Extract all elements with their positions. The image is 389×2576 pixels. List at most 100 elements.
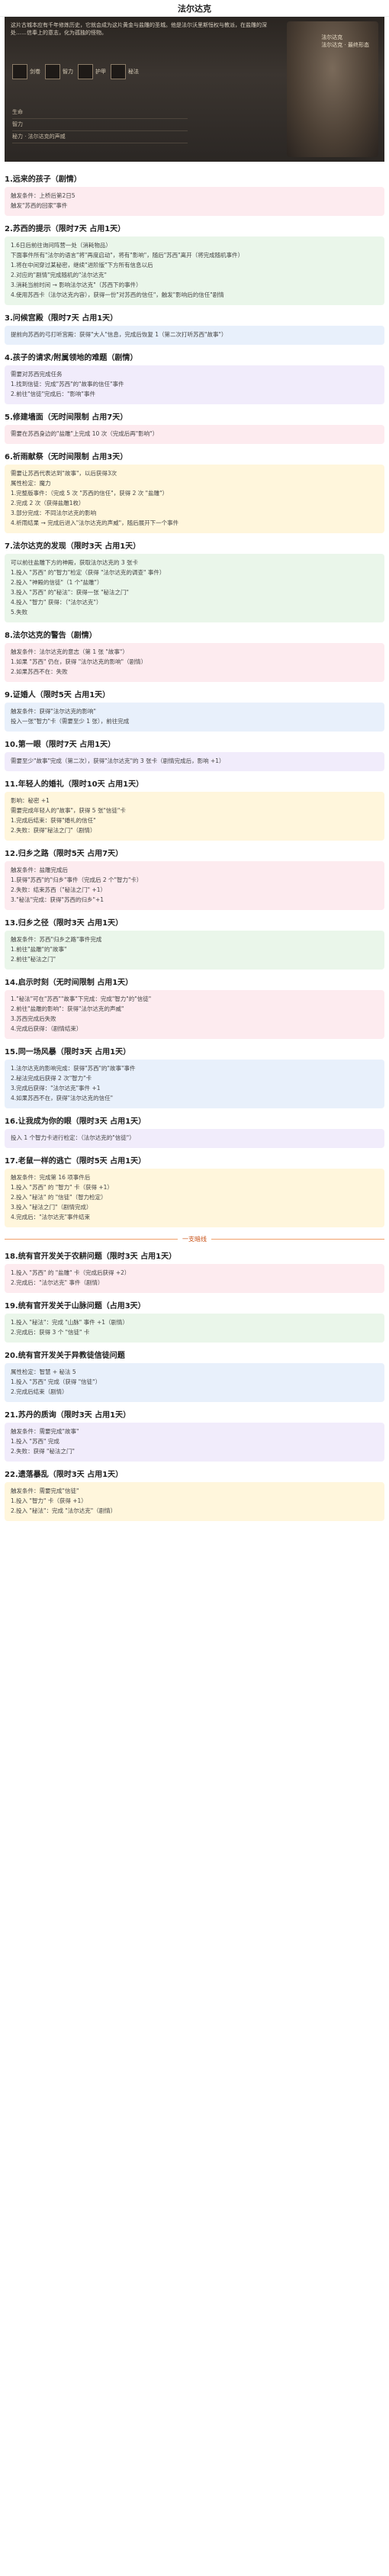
- event-line: 5.失败: [11, 609, 28, 616]
- event-card: 需要对苏西完成任务 1.找到信徒：完成"苏西"的"故事的信任"事件 2.前往"信徒"…: [5, 365, 384, 404]
- event-line: 触发条件：盐雕完成后: [11, 867, 68, 873]
- stat-line: 秘力 · 法尔达克的声威: [12, 131, 188, 143]
- section-title: 22.遗落暴乱（限时3天 占用1天）: [5, 1471, 124, 1479]
- event-line: 2.完成后："法尔达克" 事件（剧情）: [11, 1279, 104, 1286]
- event-line: 2.完成后：获得 3 个 "信徒" 卡: [11, 1329, 90, 1336]
- event-card: 触发条件：盐雕完成后 1.获得"苏西"的"归乡"事件（完成后 2 个"智力"卡） 2…: [5, 861, 384, 910]
- event-line: 提前向苏西的弓打听宫殿：获得"大人"信息，完成后恢复 1（第二次打听苏西"故事"…: [11, 331, 227, 338]
- card-slot[interactable]: 秘法: [111, 64, 139, 79]
- section-divider: 一支暗线: [5, 1235, 384, 1243]
- stat-line: 智力: [12, 119, 188, 131]
- slot-label: 护甲: [95, 69, 106, 75]
- event-card: 触发条件：需要完成"故事" 1.投入 "苏西" 完成 2.失败：获得 "秘法之门": [5, 1423, 384, 1462]
- event-card: 1.6日后前往询问阵营一处（消耗物品） 下面事件所有"法尔的语言"将"再度启动"，…: [5, 236, 384, 305]
- section-title: 3.问候宫殿（限时7天 占用1天）: [5, 314, 118, 323]
- stats-panel: 生命 智力 秘力 · 法尔达克的声威: [12, 107, 188, 143]
- event-line: 3.投入 "苏西" 的"秘法"：获得一张 "秘法之门": [11, 589, 130, 596]
- event-line: 1.投入 "苏西" 的"智力"检定（获得 "法尔达克的调查" 事件）: [11, 569, 166, 576]
- event-line: 4.如果苏西不在，获得"法尔达克的信任": [11, 1095, 114, 1101]
- event-line: 触发条件：法尔达克的意志（第 1 张 "故事"）: [11, 648, 128, 655]
- event-card: 触发条件：法尔达克的意志（第 1 张 "故事"） 1.如果 "苏西" 仍在，获得 …: [5, 643, 384, 682]
- event-line: 1.投入 "苏西" 完成: [11, 1438, 59, 1445]
- event-line: 影响：秘密 +1: [11, 797, 50, 804]
- section-title: 6.祈雨献祭（无时间限制 占用3天）: [5, 453, 128, 461]
- event-line: 1.投入 "苏西" 完成（获得 "信徒"）: [11, 1378, 101, 1385]
- event-card: 1.法尔达克的影响完成：获得"苏西"的"故事"事件 2.秘法完成后获得 2 次"智…: [5, 1060, 384, 1108]
- section-title: 1.远来的孩子（剧情）: [5, 175, 82, 184]
- event-card: 可以前往盐雕下方的神殿，获取法尔达克的 3 张卡 1.投入 "苏西" 的"智力"检…: [5, 554, 384, 622]
- event-line: 4.祈雨结果 → 完成后进入"法尔达克的声威"，随后展开下一个事件: [11, 519, 179, 526]
- event-line: 2.对应的"剧情"完成随机的"法尔达克": [11, 272, 107, 278]
- event-line: 3.部分完成：不同法尔达克的影响: [11, 510, 97, 516]
- section-title: 2.苏西的提示（限时7天 占用1天）: [5, 225, 126, 233]
- card-slots: 剑卷 智力 护甲 秘法: [12, 64, 139, 79]
- section-title: 5.修建墙面（无时间限制 占用7天）: [5, 413, 128, 422]
- slot-box: [45, 64, 60, 79]
- slot-box: [12, 64, 27, 79]
- card-slot[interactable]: 护甲: [78, 64, 106, 79]
- event-line: 属性检定：智慧 + 秘法 5: [11, 1368, 76, 1375]
- event-list: 1.远来的孩子（剧情） 触发条件：上桥后第2日5 触发"苏西的回家"事件 2.苏西的提…: [0, 162, 389, 1521]
- section-title: 4.孩子的请求/附属领地的难题（剧情）: [5, 354, 138, 362]
- event-line: 1.将在中间穿过某秘密，继续"进阶版"下方所有信息以后: [11, 262, 153, 269]
- card-slot[interactable]: 剑卷: [12, 64, 40, 79]
- event-line: 触发条件：苏西"归乡之路"事件完成: [11, 936, 102, 943]
- event-line: 3."秘法"完成：获得"苏西的归乡"+1: [11, 896, 104, 903]
- event-line: 需要让苏西代表达到"故事"，以后获得3次: [11, 470, 117, 477]
- event-line: 可以前往盐雕下方的神殿，获取法尔达克的 3 张卡: [11, 559, 139, 566]
- event-card: 触发条件：苏西"归乡之路"事件完成 1.前往"盐雕"的"故事" 2.前往"秘法之门": [5, 931, 384, 970]
- event-line: 投入 1 个智力卡进行检定：（法尔达克的"信徒"）: [11, 1134, 135, 1141]
- event-card: 影响：秘密 +1 需要完成年轻人的"故事"，获得 5 张"信徒"卡 1.完成后结束：…: [5, 792, 384, 841]
- event-line: 触发条件：完成第 16 项事件后: [11, 1174, 91, 1181]
- card-slot[interactable]: 智力: [45, 64, 73, 79]
- event-card: 属性检定：智慧 + 秘法 5 1.投入 "苏西" 完成（获得 "信徒"） 2.完成后…: [5, 1363, 384, 1402]
- event-card: 1.投入 "秘法"：完成 "山脉" 事件 +1（剧情） 2.完成后：获得 3 个 …: [5, 1314, 384, 1343]
- event-line: 4.投入 "智力" 获得：（"法尔达克"）: [11, 599, 102, 606]
- event-card: 提前向苏西的弓打听宫殿：获得"大人"信息，完成后恢复 1（第二次打听苏西"故事"…: [5, 326, 384, 345]
- event-line: 3.完成后获得："法尔达克"事件 +1: [11, 1085, 101, 1092]
- event-line: 触发条件：需要完成"信徒": [11, 1487, 79, 1494]
- event-line: 触发"苏西的回家"事件: [11, 202, 68, 209]
- event-line: 2.失败：获得"秘法之门"（剧情）: [11, 827, 96, 834]
- event-line: 4.完成后获得：（剧情结束）: [11, 1025, 82, 1032]
- event-line: 2.失败：获得 "秘法之门": [11, 1448, 75, 1455]
- event-card: 1.投入 "苏西" 的 "盐雕" 卡（完成后获得 +2） 2.完成后："法尔达克"…: [5, 1264, 384, 1293]
- event-line: 2.前往"秘法之门": [11, 956, 56, 963]
- event-line: 1.找到信徒：完成"苏西"的"故事的信任"事件: [11, 381, 124, 388]
- event-line: 1.法尔达克的影响完成：获得"苏西"的"故事"事件: [11, 1065, 136, 1072]
- section-title: 11.年轻人的婚礼（限时10天 占用1天）: [5, 780, 144, 789]
- event-line: 2.前往"信徒"完成后："影响"事件: [11, 391, 95, 397]
- event-card: 触发条件：需要完成"信徒" 1.投入 "智力" 卡（获得 +1） 2.投入 "秘法"…: [5, 1482, 384, 1521]
- event-line: 3.消耗当前时间 → 影响法尔达克"（苏西下的事件）: [11, 281, 142, 288]
- section-title: 17.老鼠一样的逃亡（限时5天 占用1天）: [5, 1157, 146, 1166]
- event-line: 1.投入 "苏西" 的 "智力" 卡（获得 +1）: [11, 1184, 113, 1191]
- event-line: 需要完成年轻人的"故事"，获得 5 张"信徒"卡: [11, 807, 126, 814]
- event-line: 属性检定：魔力: [11, 480, 51, 487]
- event-line: 2.失败：结束苏西（"秘法之门" +1）: [11, 886, 106, 893]
- event-card: 触发条件：上桥后第2日5 触发"苏西的回家"事件: [5, 187, 384, 216]
- event-line: 2.投入 "秘法"：完成 "法尔达克"（剧情）: [11, 1507, 117, 1514]
- section-title: 15.同一场风暴（限时3天 占用1天）: [5, 1048, 131, 1056]
- event-line: 1.前往"盐雕"的"故事": [11, 946, 67, 953]
- event-line: 需要在苏西身边的"盐雕"上完成 10 次（完成后再"影响"）: [11, 430, 159, 437]
- section-title: 19.统有官开发关于山脉问题（占用3天）: [5, 1302, 146, 1311]
- event-card: 投入 1 个智力卡进行检定：（法尔达克的"信徒"）: [5, 1129, 384, 1148]
- event-card: 触发条件：完成第 16 项事件后 1.投入 "苏西" 的 "智力" 卡（获得 +1…: [5, 1169, 384, 1227]
- banner-intro: 这片古城本应有千年修炼历史，它就会成为这片黄金与盐雕的圣城。他是法尔沃里斯恒权与…: [11, 22, 267, 36]
- event-line: 2.投入 "秘法" 的 "信徒"（智力检定）: [11, 1194, 107, 1201]
- event-line: 2.完成 2 次（获得盐雕1枚）: [11, 500, 85, 507]
- event-line: 1.获得"苏西"的"归乡"事件（完成后 2 个"智力"卡）: [11, 876, 143, 883]
- event-line: 1.投入 "秘法"：完成 "山脉" 事件 +1（剧情）: [11, 1319, 129, 1326]
- section-title: 8.法尔达克的警告（剧情）: [5, 632, 97, 640]
- section-title: 12.归乡之路（限时5天 占用7天）: [5, 850, 124, 858]
- section-title: 16.让我成为你的眼（限时3天 占用1天）: [5, 1118, 146, 1126]
- event-line: 触发条件：需要完成"故事": [11, 1428, 79, 1435]
- event-line: 2.前往"盐雕的影响"：获得"法尔达克的声威": [11, 1005, 124, 1012]
- section-title: 18.统有官开发关于农耕问题（限时3天 占用1天）: [5, 1253, 177, 1261]
- hero-banner: 这片古城本应有千年修炼历史，它就会成为这片黄金与盐雕的圣城。他是法尔沃里斯恒权与…: [5, 17, 384, 162]
- section-title: 21.苏丹的质询（限时3天 占用1天）: [5, 1411, 131, 1420]
- event-line: 2.秘法完成后获得 2 次"智力"卡: [11, 1075, 92, 1082]
- event-line: 1.投入 "智力" 卡（获得 +1）: [11, 1497, 87, 1504]
- event-line: 触发条件：获得"法尔达克的影响": [11, 708, 96, 715]
- event-line: 1.完整版事件：（完成 5 次 "苏西的信任"，获得 2 次 "盐雕"）: [11, 490, 169, 497]
